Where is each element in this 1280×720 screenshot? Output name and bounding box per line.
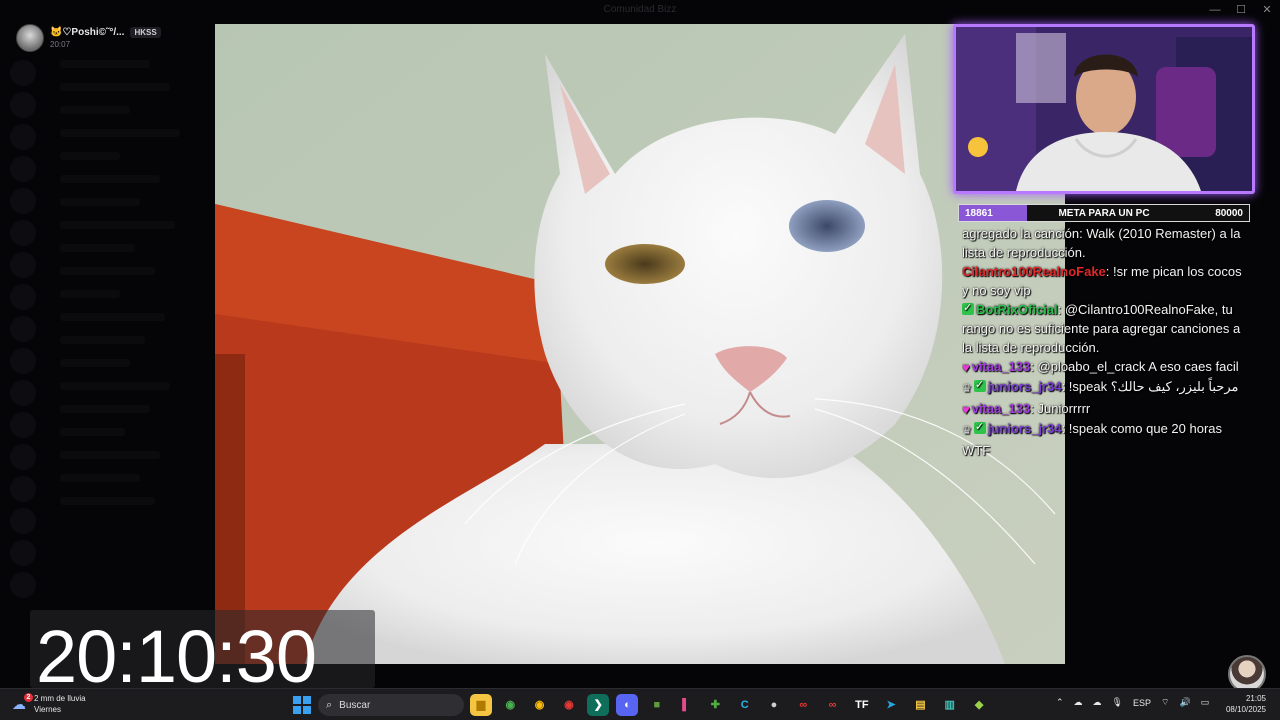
terminal-icon[interactable]: ❯ xyxy=(587,694,610,716)
search-placeholder: Buscar xyxy=(339,699,371,711)
microphone-icon[interactable]: 🎙 xyxy=(1112,697,1123,708)
chat-message: ♥ vitaa_133: @ploabo_el_crack A eso caes … xyxy=(962,357,1242,377)
heart-badge-icon: ♥ xyxy=(962,402,970,417)
chat-text: : @ploabo_el_crack A eso caes facil xyxy=(1030,359,1239,374)
cube-app-icon[interactable]: ◆ xyxy=(968,694,991,716)
chat-message: agregado la canción: Walk (2010 Remaster… xyxy=(962,224,1242,262)
channel-list xyxy=(50,60,210,620)
goal-target-amount: 80000 xyxy=(1215,207,1243,219)
taskbar-clock[interactable]: 21:05 08/10/2025 xyxy=(1226,693,1266,715)
verified-check-icon xyxy=(973,376,986,395)
chat-text: : Juniorrrrr xyxy=(1030,401,1091,416)
chrome-canary-icon[interactable]: ◉ xyxy=(557,694,580,716)
webcam-image xyxy=(956,27,1252,191)
chat-username[interactable]: BotRixOficial xyxy=(976,302,1058,317)
minecraft-icon[interactable]: ■ xyxy=(645,694,668,716)
c-app-icon[interactable]: C xyxy=(733,694,756,716)
weather-summary: 2 mm de lluvia xyxy=(34,694,86,703)
chat-username[interactable]: juniors_jr34 xyxy=(988,421,1062,436)
crown-badge-icon: ♛ xyxy=(962,425,972,437)
chat-text: : !speak مرحباً بليزر، كيف حالك؟ xyxy=(1061,379,1239,394)
server-tag-badge: HKSS xyxy=(130,27,161,38)
goal-title: META PARA UN PC xyxy=(1058,207,1150,219)
telegram-icon[interactable]: ➤ xyxy=(880,694,903,716)
battery-icon[interactable]: ▭ xyxy=(1201,697,1210,708)
app-red-icon[interactable]: ∞ xyxy=(792,694,815,716)
weather-day: Viernes xyxy=(34,705,61,714)
taskbar-date: 08/10/2025 xyxy=(1225,705,1266,714)
language-indicator[interactable]: ESP xyxy=(1133,698,1151,708)
cloud-icon[interactable]: ☁ xyxy=(1074,697,1083,708)
chat-username[interactable]: Cilantro100RealnoFake xyxy=(962,264,1106,279)
minimize-icon[interactable]: — xyxy=(1202,0,1228,20)
chat-username[interactable]: vitaa_133 xyxy=(972,401,1031,416)
weather-alert-badge: 2 xyxy=(24,693,33,702)
notes-icon[interactable]: ▤ xyxy=(909,694,932,716)
volume-icon[interactable]: 🔊 xyxy=(1179,697,1190,708)
close-icon[interactable]: ✕ xyxy=(1254,0,1280,20)
verified-check-icon xyxy=(973,418,986,437)
donation-goal-bar: 18861 META PARA UN PC 80000 xyxy=(958,204,1250,222)
verified-check-icon xyxy=(962,299,974,318)
chat-message: Cilantro100RealnoFake: !sr me pican los … xyxy=(962,262,1242,300)
taskbar-search[interactable]: ⌕ Buscar xyxy=(318,694,464,716)
stream-user-header: 🐱♡Poshi©˜°/... HKSS 20:07 xyxy=(16,24,161,52)
windows-taskbar: ☁ 2 2 mm de lluvia Viernes ⌕ Buscar ▆ ◉ ◉ ◉ ❯… xyxy=(0,688,1280,720)
chat-username[interactable]: vitaa_133 xyxy=(972,359,1031,374)
goal-current-amount: 18861 xyxy=(965,207,993,219)
chat-message: ♛ juniors_jr34: !speak مرحباً بليزر، كيف … xyxy=(962,376,1242,399)
tf-icon[interactable]: TF xyxy=(850,694,873,716)
chat-username[interactable]: juniors_jr34 xyxy=(988,379,1062,394)
window-title: Comunidad Bizz xyxy=(603,4,677,15)
rain-cloud-icon: ☁ 2 xyxy=(12,693,33,713)
search-icon: ⌕ xyxy=(326,698,333,711)
onedrive-icon[interactable]: ☁ xyxy=(1093,697,1102,708)
stream-chat-overlay: agregado la canción: Walk (2010 Remaster… xyxy=(962,224,1242,514)
chevron-up-icon[interactable]: ⌃ xyxy=(1056,697,1064,708)
white-cat-image xyxy=(215,24,1065,664)
avatar[interactable] xyxy=(16,24,44,52)
editor-icon[interactable]: ▥ xyxy=(938,694,961,716)
maximize-icon[interactable]: ☐ xyxy=(1228,0,1254,20)
taskbar-time: 21:05 xyxy=(1245,694,1266,703)
chrome-dev-icon[interactable]: ◉ xyxy=(528,694,551,716)
start-button[interactable] xyxy=(293,696,311,714)
discord-icon[interactable]: ◐ xyxy=(616,694,639,716)
user-timestamp: 20:07 xyxy=(50,40,71,49)
system-tray: ⌃ ☁ ☁ 🎙 ESP ⌔ 🔊 ▭ xyxy=(1056,697,1219,708)
shared-screen-cat-photo xyxy=(215,24,1065,664)
server-rail xyxy=(8,60,38,620)
weather-widget[interactable]: ☁ 2 2 mm de lluvia Viernes xyxy=(12,693,86,715)
chat-message: ♥ vitaa_133: Juniorrrrr xyxy=(962,399,1242,419)
wifi-icon[interactable]: ⌔ xyxy=(1161,697,1169,708)
taskbar-pinned-apps: ▆ ◉ ◉ ◉ ❯ ◐ ■ ▌ ✚ C ● ∞ ∞ TF ➤ ▤ ▥ ◆ xyxy=(470,694,997,716)
crown-badge-icon: ♛ xyxy=(962,383,972,395)
obs-icon[interactable]: ● xyxy=(762,694,785,716)
heart-badge-icon: ♥ xyxy=(962,360,970,375)
chrome-icon[interactable]: ◉ xyxy=(499,694,522,716)
app-red2-icon[interactable]: ∞ xyxy=(821,694,844,716)
obs-tool-icon[interactable]: ▌ xyxy=(675,694,698,716)
user-name: 🐱♡Poshi©˜°/... xyxy=(50,27,125,38)
chat-text: agregado la canción: Walk (2010 Remaster… xyxy=(962,226,1241,260)
chat-message: ♛juniors_jr34: !speak como que 20 horas … xyxy=(962,418,1242,460)
streamer-facecam xyxy=(953,24,1255,194)
chat-message: BotRixOficial: @Cilantro100RealnoFake, t… xyxy=(962,299,1242,357)
xbox-game-icon[interactable]: ✚ xyxy=(704,694,727,716)
file-explorer-icon[interactable]: ▆ xyxy=(470,694,492,716)
window-controls: — ☐ ✕ xyxy=(1202,0,1280,20)
